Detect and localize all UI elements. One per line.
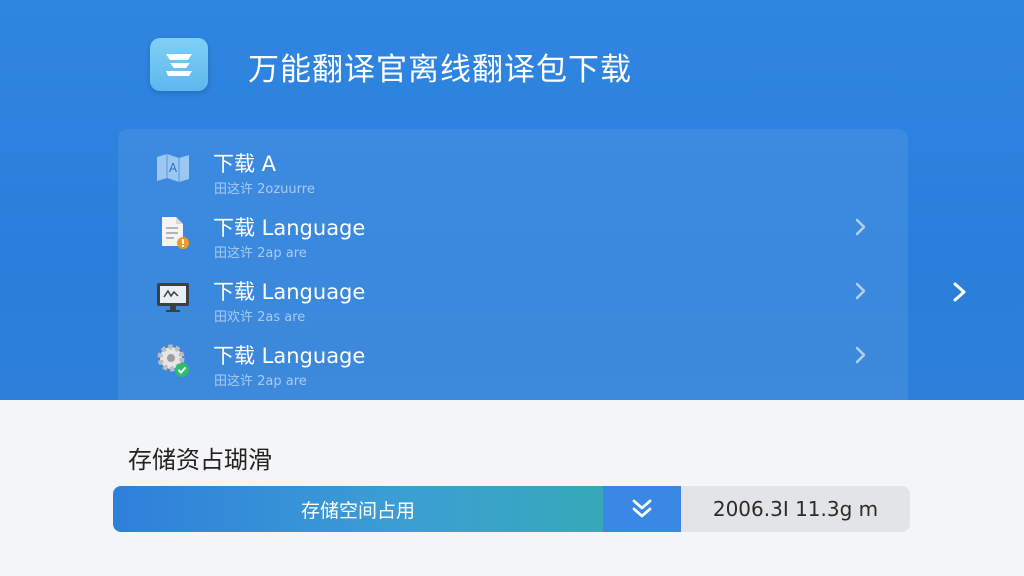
next-chevron-icon[interactable] bbox=[946, 278, 974, 306]
chevron-right-icon[interactable] bbox=[848, 279, 872, 303]
item-subtitle: 田这许 2ap are bbox=[214, 374, 307, 389]
document-alert-icon bbox=[154, 213, 192, 251]
screen: 万能翻译官离线翻译包下载 A 下载 A 田这许 2ozuurre 下载 Lang… bbox=[0, 0, 1024, 576]
item-title: 下载 Language bbox=[213, 216, 366, 240]
svg-text:A: A bbox=[169, 161, 178, 175]
double-chevron-down-icon bbox=[632, 499, 652, 518]
app-logo-icon bbox=[150, 38, 208, 91]
chevron-right-icon[interactable] bbox=[848, 215, 872, 239]
storage-bar-fill: 存储空间占用 bbox=[113, 486, 603, 532]
item-title: 下载 Language bbox=[213, 344, 366, 368]
gear-check-icon bbox=[154, 341, 192, 379]
map-translate-icon: A bbox=[154, 149, 192, 187]
chevron-right-icon[interactable] bbox=[848, 343, 872, 367]
list-item[interactable]: 下载 Language 田欢许 2as are bbox=[118, 257, 908, 325]
header-area: 万能翻译官离线翻译包下载 A 下载 A 田这许 2ozuurre 下载 Lang… bbox=[0, 0, 1024, 400]
language-pack-list: A 下载 A 田这许 2ozuurre 下载 Language 田这许 2ap … bbox=[118, 129, 908, 400]
list-item[interactable]: 下载 Language 田这许 2ap are bbox=[118, 193, 908, 261]
expand-button[interactable] bbox=[603, 486, 681, 532]
list-item[interactable]: 下载 Language 田这许 2ap are bbox=[118, 321, 908, 389]
storage-usage-bar: 存储空间占用 2006.3I 11.3g m bbox=[113, 486, 910, 532]
storage-section-title: 存储资占瑚滑 bbox=[128, 446, 272, 474]
item-title: 下载 A bbox=[213, 152, 277, 176]
item-title: 下载 Language bbox=[213, 280, 366, 304]
list-item[interactable]: A 下载 A 田这许 2ozuurre bbox=[118, 129, 908, 197]
monitor-icon bbox=[154, 277, 192, 315]
storage-value: 2006.3I 11.3g m bbox=[712, 497, 879, 521]
page-title: 万能翻译官离线翻译包下载 bbox=[248, 52, 632, 88]
